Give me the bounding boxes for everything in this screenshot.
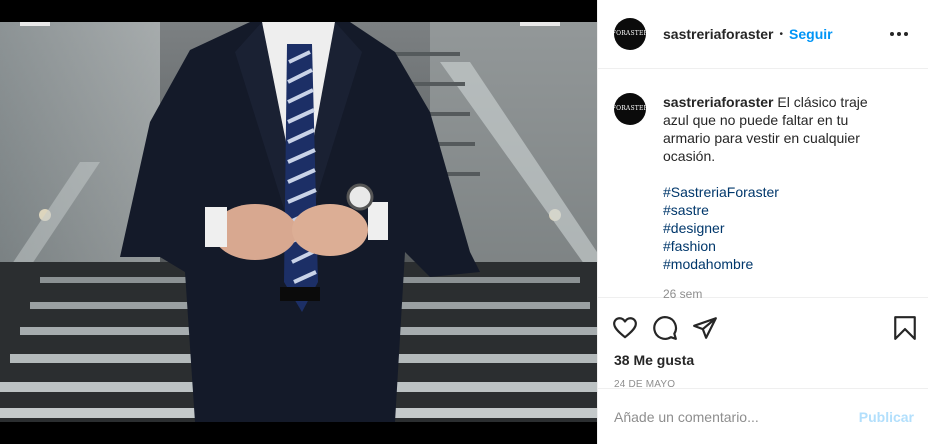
avatar-logo-text: FORASTER	[611, 105, 649, 112]
separator-dot: •	[779, 28, 784, 40]
heart-icon[interactable]	[612, 315, 638, 341]
hashtag-link[interactable]: #SastreriaForaster	[663, 183, 893, 201]
likes-count[interactable]: 38 Me gusta	[598, 346, 928, 368]
post-photo[interactable]	[0, 22, 597, 422]
hashtag-link[interactable]: #modahombre	[663, 255, 893, 273]
post-header: FORASTER sastreriaforaster • Seguir	[598, 0, 928, 69]
caption: sastreriaforaster El clásico traje azul …	[663, 93, 893, 303]
hashtag-link[interactable]: #fashion	[663, 237, 893, 255]
more-dot	[890, 32, 894, 36]
avatar-logo-text: FORASTER	[611, 30, 649, 37]
publish-button[interactable]: Publicar	[859, 409, 914, 425]
hashtag-link[interactable]: #sastre	[663, 201, 893, 219]
share-icon[interactable]	[692, 315, 718, 341]
bookmark-icon[interactable]	[892, 315, 918, 341]
more-dot	[897, 32, 901, 36]
hashtag-link[interactable]: #designer	[663, 219, 893, 237]
caption-avatar[interactable]: FORASTER	[611, 93, 649, 125]
instagram-post: FORASTER sastreriaforaster • Seguir FORA…	[0, 0, 928, 444]
post-date[interactable]: 24 DE MAYO	[598, 368, 928, 390]
add-comment-bar: Publicar	[598, 388, 928, 444]
comment-icon[interactable]	[652, 315, 678, 341]
post-media	[0, 0, 597, 444]
more-options-icon[interactable]	[886, 28, 912, 40]
hashtag-list: #SastreriaForaster #sastre #designer #fa…	[663, 183, 893, 273]
comments-section: FORASTER sastreriaforaster El clásico tr…	[598, 69, 928, 301]
post-panel: FORASTER sastreriaforaster • Seguir FORA…	[597, 0, 928, 444]
caption-username[interactable]: sastreriaforaster	[663, 94, 774, 110]
action-bar	[598, 298, 928, 346]
caption-row: FORASTER sastreriaforaster El clásico tr…	[611, 93, 912, 303]
more-dot	[904, 32, 908, 36]
follow-button[interactable]: Seguir	[789, 26, 833, 42]
comment-input[interactable]	[614, 408, 859, 425]
avatar[interactable]: FORASTER	[611, 18, 649, 50]
header-username[interactable]: sastreriaforaster	[663, 26, 774, 42]
